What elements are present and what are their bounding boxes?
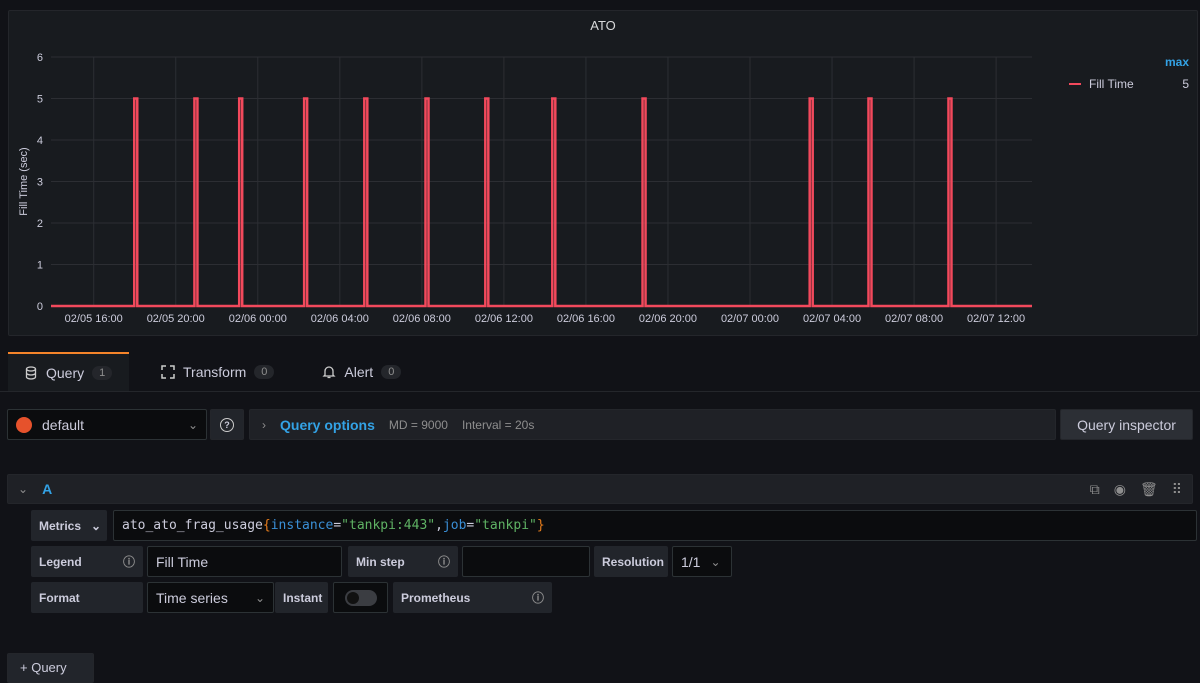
x-tick-label: 02/07 00:00 xyxy=(721,313,779,325)
instant-toggle[interactable] xyxy=(345,590,377,606)
expr-label-value: "tankpi" xyxy=(474,518,537,533)
legend-swatch xyxy=(1069,83,1081,85)
question-icon: ? xyxy=(220,418,234,432)
x-tick-label: 02/07 04:00 xyxy=(803,313,861,325)
x-tick-label: 02/07 12:00 xyxy=(967,313,1025,325)
expr-brace: } xyxy=(537,518,545,533)
info-icon[interactable]: ⓘ xyxy=(532,589,544,606)
duplicate-icon[interactable]: ⧉ xyxy=(1090,481,1100,498)
eye-icon[interactable]: ◉ xyxy=(1114,481,1126,498)
x-tick-label: 02/06 04:00 xyxy=(311,313,369,325)
y-tick-label: 0 xyxy=(37,301,43,313)
expr-comma: , xyxy=(435,518,443,533)
chevron-down-icon: ⌄ xyxy=(188,418,198,432)
expr-metric: ato_ato_frag_usage xyxy=(122,518,263,533)
x-tick-label: 02/07 08:00 xyxy=(885,313,943,325)
expr-op: = xyxy=(333,518,341,533)
instant-label: Instant xyxy=(275,582,328,613)
prometheus-label-text: Prometheus xyxy=(401,591,532,605)
x-tick-label: 02/06 20:00 xyxy=(639,313,697,325)
drag-handle-icon[interactable]: ⠿ xyxy=(1172,481,1182,498)
info-icon[interactable]: ⓘ xyxy=(123,553,135,570)
min-step-label-text: Min step xyxy=(356,555,438,569)
format-select[interactable]: Time series⌄ xyxy=(147,582,274,613)
prometheus-icon xyxy=(16,417,32,433)
query-row-header[interactable]: ⌄ A ⧉ ◉ 🗑 ⠿ xyxy=(7,474,1193,504)
tab-count: 0 xyxy=(254,365,274,379)
legend-name: Fill Time xyxy=(1089,77,1182,91)
interval: Interval = 20s xyxy=(462,418,534,432)
y-tick-label: 2 xyxy=(37,218,43,230)
max-data-points: MD = 9000 xyxy=(389,418,448,432)
legend-max-header[interactable]: max xyxy=(1069,55,1189,69)
chevron-down-icon: ⌄ xyxy=(255,591,265,605)
y-tick-label: 4 xyxy=(37,135,43,147)
tab-query[interactable]: Query 1 xyxy=(8,352,129,392)
expr-label-key: job xyxy=(443,518,466,533)
metrics-label: Metrics xyxy=(39,519,81,533)
collapse-chevron-icon[interactable]: ⌄ xyxy=(18,482,28,496)
help-button[interactable]: ? xyxy=(210,409,244,440)
trash-icon[interactable]: 🗑 xyxy=(1140,481,1158,498)
x-tick-label: 02/05 20:00 xyxy=(147,313,205,325)
tab-divider xyxy=(0,391,1200,392)
legend-max: 5 xyxy=(1182,77,1189,91)
resolution-select[interactable]: 1/1 ⌄ xyxy=(672,546,732,577)
chevron-right-icon: › xyxy=(262,418,266,432)
x-tick-label: 02/06 12:00 xyxy=(475,313,533,325)
x-tick-label: 02/05 16:00 xyxy=(65,313,123,325)
resolution-value: 1/1 xyxy=(681,554,700,570)
bell-icon xyxy=(322,365,336,379)
tab-transform[interactable]: Transform 0 xyxy=(145,352,290,392)
tab-count: 0 xyxy=(381,365,401,379)
expr-brace: { xyxy=(263,518,271,533)
chevron-down-icon: ⌄ xyxy=(91,519,101,533)
chart: 0 1 2 3 4 5 6 02/05 16:00 02/05 20:00 02/06 00:00… xyxy=(9,11,1069,337)
x-tick-label: 02/06 16:00 xyxy=(557,313,615,325)
graph-panel: ATO 012345602/05 16:0002/05 20:0002/06 0… xyxy=(8,10,1198,336)
editor-tabs: Query 1 Transform 0 Alert 0 xyxy=(8,352,417,392)
add-query-button[interactable]: + Query xyxy=(7,653,94,683)
legend-label: Legendⓘ xyxy=(31,546,143,577)
datasource-value: default xyxy=(42,417,178,433)
expr-label-key: instance xyxy=(271,518,334,533)
y-tick-label: 5 xyxy=(37,94,43,106)
tab-label: Query xyxy=(46,365,84,381)
datasource-select[interactable]: default ⌄ xyxy=(7,409,207,440)
query-options-toggle[interactable]: › Query options MD = 9000 Interval = 20s xyxy=(249,409,1056,440)
y-axis-label: Fill Time (sec) xyxy=(18,147,30,215)
min-step-label: Min stepⓘ xyxy=(348,546,458,577)
legend-item[interactable]: Fill Time 5 xyxy=(1069,77,1189,91)
legend: max Fill Time 5 xyxy=(1069,55,1189,91)
y-tick-label: 1 xyxy=(37,260,43,272)
prometheus-label: Prometheusⓘ xyxy=(393,582,552,613)
series-line xyxy=(51,99,1032,307)
tab-alert[interactable]: Alert 0 xyxy=(306,352,417,392)
instant-toggle-wrap xyxy=(333,582,388,613)
x-tick-label: 02/06 00:00 xyxy=(229,313,287,325)
y-tick-label: 6 xyxy=(37,52,43,64)
expr-op: = xyxy=(466,518,474,533)
legend-label-text: Legend xyxy=(39,555,123,569)
chevron-down-icon: ⌄ xyxy=(710,555,720,569)
legend-input[interactable]: Fill Time xyxy=(147,546,342,577)
database-icon xyxy=(24,366,38,380)
query-expression-input[interactable]: ato_ato_frag_usage{instance="tankpi:443"… xyxy=(113,510,1197,541)
transform-icon xyxy=(161,365,175,379)
query-options-label: Query options xyxy=(280,417,375,433)
x-tick-label: 02/06 08:00 xyxy=(393,313,451,325)
y-tick-label: 3 xyxy=(37,177,43,189)
min-step-input[interactable] xyxy=(462,546,590,577)
expr-label-value: "tankpi:443" xyxy=(341,518,435,533)
format-label: Format xyxy=(31,582,143,613)
metrics-button[interactable]: Metrics ⌄ xyxy=(31,510,107,541)
resolution-label: Resolution xyxy=(594,546,668,577)
tab-label: Alert xyxy=(344,364,373,380)
tab-label: Transform xyxy=(183,364,246,380)
query-inspector-button[interactable]: Query inspector xyxy=(1060,409,1193,440)
query-ref-id[interactable]: A xyxy=(42,481,1076,497)
format-value: Time series xyxy=(156,590,255,606)
tab-count: 1 xyxy=(92,366,112,380)
info-icon[interactable]: ⓘ xyxy=(438,553,450,570)
